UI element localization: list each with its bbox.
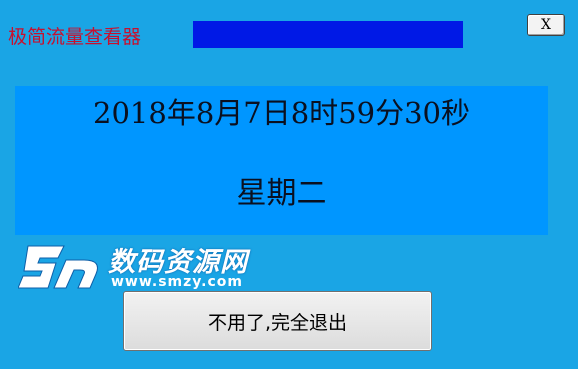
watermark-url: www.smzy.com xyxy=(111,274,243,290)
close-button[interactable]: X xyxy=(527,14,565,36)
title-bar-block xyxy=(193,21,463,48)
quit-button[interactable]: 不用了,完全退出 xyxy=(123,291,432,351)
watermark-logo-icon xyxy=(18,245,98,289)
clock-panel: 2018年8月7日8时59分30秒 星期二 xyxy=(15,86,548,235)
watermark: 数码资源网 www.smzy.com xyxy=(18,236,268,296)
weekday-display: 星期二 xyxy=(236,176,327,211)
datetime-display: 2018年8月7日8时59分30秒 xyxy=(93,96,470,130)
window-title: 极简流量查看器 xyxy=(8,26,142,48)
app-window: 极简流量查看器 X 2018年8月7日8时59分30秒 星期二 数码资源网 ww… xyxy=(0,0,578,369)
